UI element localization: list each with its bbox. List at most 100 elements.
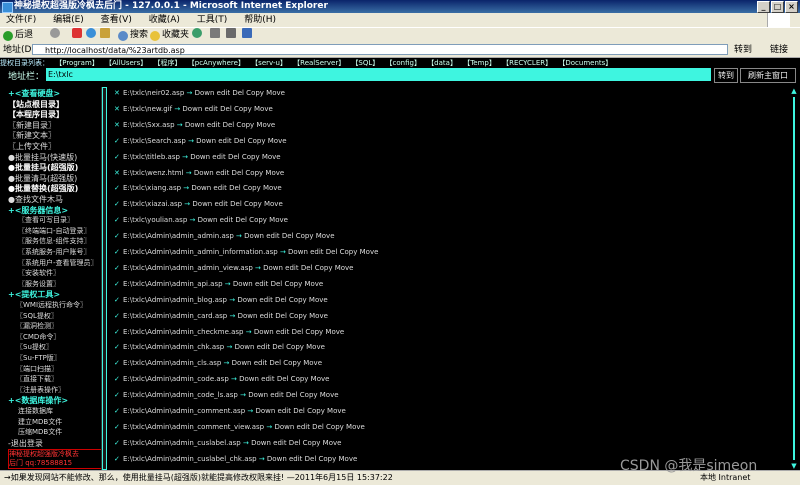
sidebar-item[interactable]: 〖Su提权〗 xyxy=(16,342,53,352)
file-actions[interactable]: Down edit Del Copy Move xyxy=(185,121,275,129)
menu-edit[interactable]: 编辑(E) xyxy=(53,15,84,25)
dir-link[interactable]: 【config】 xyxy=(386,59,421,67)
file-path[interactable]: E:\txlc\Admin\admin_blog.asp xyxy=(123,296,227,304)
dir-link[interactable]: 【SQL】 xyxy=(351,59,379,67)
file-row[interactable]: ✓ E:\txlc\xiazai.asp → Down edit Del Copy… xyxy=(114,198,283,210)
dir-link[interactable]: 【AllUsers】 xyxy=(105,59,147,67)
file-path[interactable]: E:\txlc\Admin\admin_comment_view.asp xyxy=(123,423,264,431)
menu-view[interactable]: 查看(V) xyxy=(101,15,132,25)
file-actions[interactable]: Down edit Del Copy Move xyxy=(237,296,327,304)
file-row[interactable]: ✓ E:\txlc\Admin\admin_cuslabel.asp → Down… xyxy=(114,437,341,449)
menu-help[interactable]: 帮助(H) xyxy=(244,15,276,25)
file-row[interactable]: ✓ E:\txlc\youlian.asp → Down edit Del Cop… xyxy=(114,214,288,226)
sidebar-item[interactable]: 〖系统用户-查看管理员〗 xyxy=(18,258,98,268)
stop-button[interactable] xyxy=(72,28,82,38)
file-row[interactable]: ✓ E:\txlc\Admin\admin_comment.asp → Down … xyxy=(114,405,346,417)
address-input[interactable]: http://localhost/data/%23artdb.asp xyxy=(32,44,728,55)
dir-link[interactable]: 【程序】 xyxy=(154,59,182,67)
file-actions[interactable]: Down edit Del Copy Move xyxy=(190,153,280,161)
file-actions[interactable]: Down edit Del Copy Move xyxy=(196,137,286,145)
file-actions[interactable]: Down edit Del Copy Move xyxy=(235,343,325,351)
file-row[interactable]: ✓ E:\txlc\Admin\admin_blog.asp → Down edi… xyxy=(114,294,328,306)
file-row[interactable]: ✓ E:\txlc\Admin\admin_admin_information.a… xyxy=(114,246,378,258)
sidebar-item[interactable]: 〖直接下载〗 xyxy=(16,374,58,384)
file-row[interactable]: ✓ E:\txlc\xiang.asp → Down edit Del Copy … xyxy=(114,182,282,194)
file-row[interactable]: ✓ E:\txlc\Admin\admin_admin_view.asp → Do… xyxy=(114,262,353,274)
file-row[interactable]: ✓ E:\txlc\Search.asp → Down edit Del Copy… xyxy=(114,135,287,147)
menu-file[interactable]: 文件(F) xyxy=(6,15,36,25)
file-actions[interactable]: Down edit Del Copy Move xyxy=(274,423,364,431)
file-row[interactable]: ✕ E:\txlc\Sxx.asp → Down edit Del Copy Mo… xyxy=(114,119,275,131)
sidebar-item[interactable]: 〖终端端口-自动登录〗 xyxy=(18,226,91,236)
sidebar-item[interactable]: 连接数据库 xyxy=(18,406,53,416)
sidebar-section-header[interactable]: +<查看硬盘> xyxy=(8,88,60,99)
sidebar-item[interactable]: 〖WMI远程执行命令〗 xyxy=(16,300,87,310)
file-path[interactable]: E:\txlc\Search.asp xyxy=(123,137,186,145)
file-actions[interactable]: Down edit Del Copy Move xyxy=(263,264,353,272)
file-actions[interactable]: Down edit Del Copy Move xyxy=(248,391,338,399)
print-button[interactable] xyxy=(226,28,236,38)
sidebar-item[interactable]: 〖CMD命令〗 xyxy=(16,332,60,342)
sidebar-item[interactable]: 〖系统服务-用户账号〗 xyxy=(18,247,91,257)
dir-link[interactable]: 【Temp】 xyxy=(463,59,496,67)
file-path[interactable]: E:\txlc\Admin\admin_admin_information.as… xyxy=(123,248,278,256)
file-actions[interactable]: Down edit Del Copy Move xyxy=(254,328,344,336)
file-path[interactable]: E:\txlc\Admin\admin_cuslabel.asp xyxy=(123,439,241,447)
sidebar-item[interactable]: 【本程序目录】 xyxy=(8,109,64,120)
file-path[interactable]: E:\txlc\Admin\admin_cuslabel_chk.asp xyxy=(123,455,257,463)
back-button[interactable]: 后退 xyxy=(3,28,33,43)
file-path[interactable]: E:\txlc\xiang.asp xyxy=(123,184,181,192)
sidebar-item[interactable]: ●批量挂马(快速版) xyxy=(8,152,77,163)
home-button[interactable] xyxy=(100,28,110,38)
links-button[interactable]: 链接 xyxy=(770,43,788,57)
sidebar-item[interactable]: 〖查看可写目录〗 xyxy=(18,215,74,225)
file-path[interactable]: E:\txlc\Admin\admin_card.asp xyxy=(123,312,227,320)
sidebar-item[interactable]: 【站点根目录】 xyxy=(8,99,64,110)
dir-link[interactable]: 【Program】 xyxy=(55,59,99,67)
file-path[interactable]: E:\txlc\Admin\admin_checkme.asp xyxy=(123,328,244,336)
file-actions[interactable]: Down edit Del Copy Move xyxy=(255,407,345,415)
file-row[interactable]: ✓ E:\txlc\Admin\admin_chk.asp → Down edit… xyxy=(114,341,325,353)
sidebar-section-header[interactable]: +<服务器信息> xyxy=(8,205,68,216)
window-titlebar[interactable]: 神秘提权超强版冷枫去后门 - 127.0.0.1 - Microsoft Int… xyxy=(0,0,800,13)
dir-link[interactable]: 【pcAnywhere】 xyxy=(188,59,245,67)
file-row[interactable]: ✓ E:\txlc\Admin\admin_admin.asp → Down ed… xyxy=(114,230,335,242)
file-actions[interactable]: Down edit Del Copy Move xyxy=(244,232,334,240)
sidebar-item[interactable]: 〖Su-FTP版〗 xyxy=(16,353,61,363)
file-actions[interactable]: Down edit Del Copy Move xyxy=(267,455,357,463)
file-path[interactable]: E:\txlc\wenz.html xyxy=(123,169,184,177)
favorites-button[interactable]: 收藏夹 xyxy=(150,28,189,43)
file-row[interactable]: ✓ E:\txlc\Admin\admin_cuslabel_chk.asp → … xyxy=(114,453,357,465)
file-actions[interactable]: Down edit Del Copy Move xyxy=(191,184,281,192)
scroll-thumb[interactable] xyxy=(102,87,107,470)
file-row[interactable]: ✓ E:\txlc\Admin\admin_code.asp → Down edi… xyxy=(114,373,329,385)
sidebar-item[interactable]: 〖SQL提权〗 xyxy=(16,311,58,321)
sidebar-item[interactable]: 〖新建文本〗 xyxy=(8,130,56,141)
scroll-up-icon[interactable]: ▲ xyxy=(790,87,798,95)
file-actions[interactable]: Down edit Del Copy Move xyxy=(251,439,341,447)
forward-button[interactable] xyxy=(50,28,60,38)
file-row[interactable]: ✓ E:\txlc\Admin\admin_comment_view.asp → … xyxy=(114,421,365,433)
file-row[interactable]: ✓ E:\txlc\Admin\admin_card.asp → Down edi… xyxy=(114,310,328,322)
file-actions[interactable]: Down edit Del Copy Move xyxy=(192,200,282,208)
dir-link[interactable]: 【serv-u】 xyxy=(251,59,287,67)
file-row[interactable]: ✕ E:\txlc\wenz.html → Down edit Del Copy … xyxy=(114,167,284,179)
file-path[interactable]: E:\txlc\titleb.asp xyxy=(123,153,180,161)
file-path[interactable]: E:\txlc\Admin\admin_admin.asp xyxy=(123,232,234,240)
left-frame-scrollbar[interactable] xyxy=(101,87,108,470)
dir-link[interactable]: 【Documents】 xyxy=(558,59,612,67)
file-row[interactable]: ✕ E:\txlc\neir02.asp → Down edit Del Copy… xyxy=(114,87,285,99)
sidebar-item[interactable]: ●批量挂马(超强版) xyxy=(8,162,78,173)
file-actions[interactable]: Down edit Del Copy Move xyxy=(239,375,329,383)
file-path[interactable]: E:\txlc\Admin\admin_comment.asp xyxy=(123,407,245,415)
sidebar-item[interactable]: ●批量清马(超强版) xyxy=(8,173,77,184)
sidebar-section-header[interactable]: +<数据库操作> xyxy=(8,395,68,406)
file-row[interactable]: ✓ E:\txlc\Admin\admin_api.asp → Down edit… xyxy=(114,278,323,290)
file-actions[interactable]: Down edit Del Copy Move xyxy=(232,359,322,367)
sidebar-item[interactable]: 〖安装软件〗 xyxy=(18,268,60,278)
file-path[interactable]: E:\txlc\new.gif xyxy=(123,105,172,113)
file-path[interactable]: E:\txlc\Admin\admin_cls.asp xyxy=(123,359,221,367)
edit-button[interactable] xyxy=(242,28,252,38)
file-path[interactable]: E:\txlc\Sxx.asp xyxy=(123,121,175,129)
sidebar-item[interactable]: 建立MDB文件 xyxy=(18,417,62,427)
